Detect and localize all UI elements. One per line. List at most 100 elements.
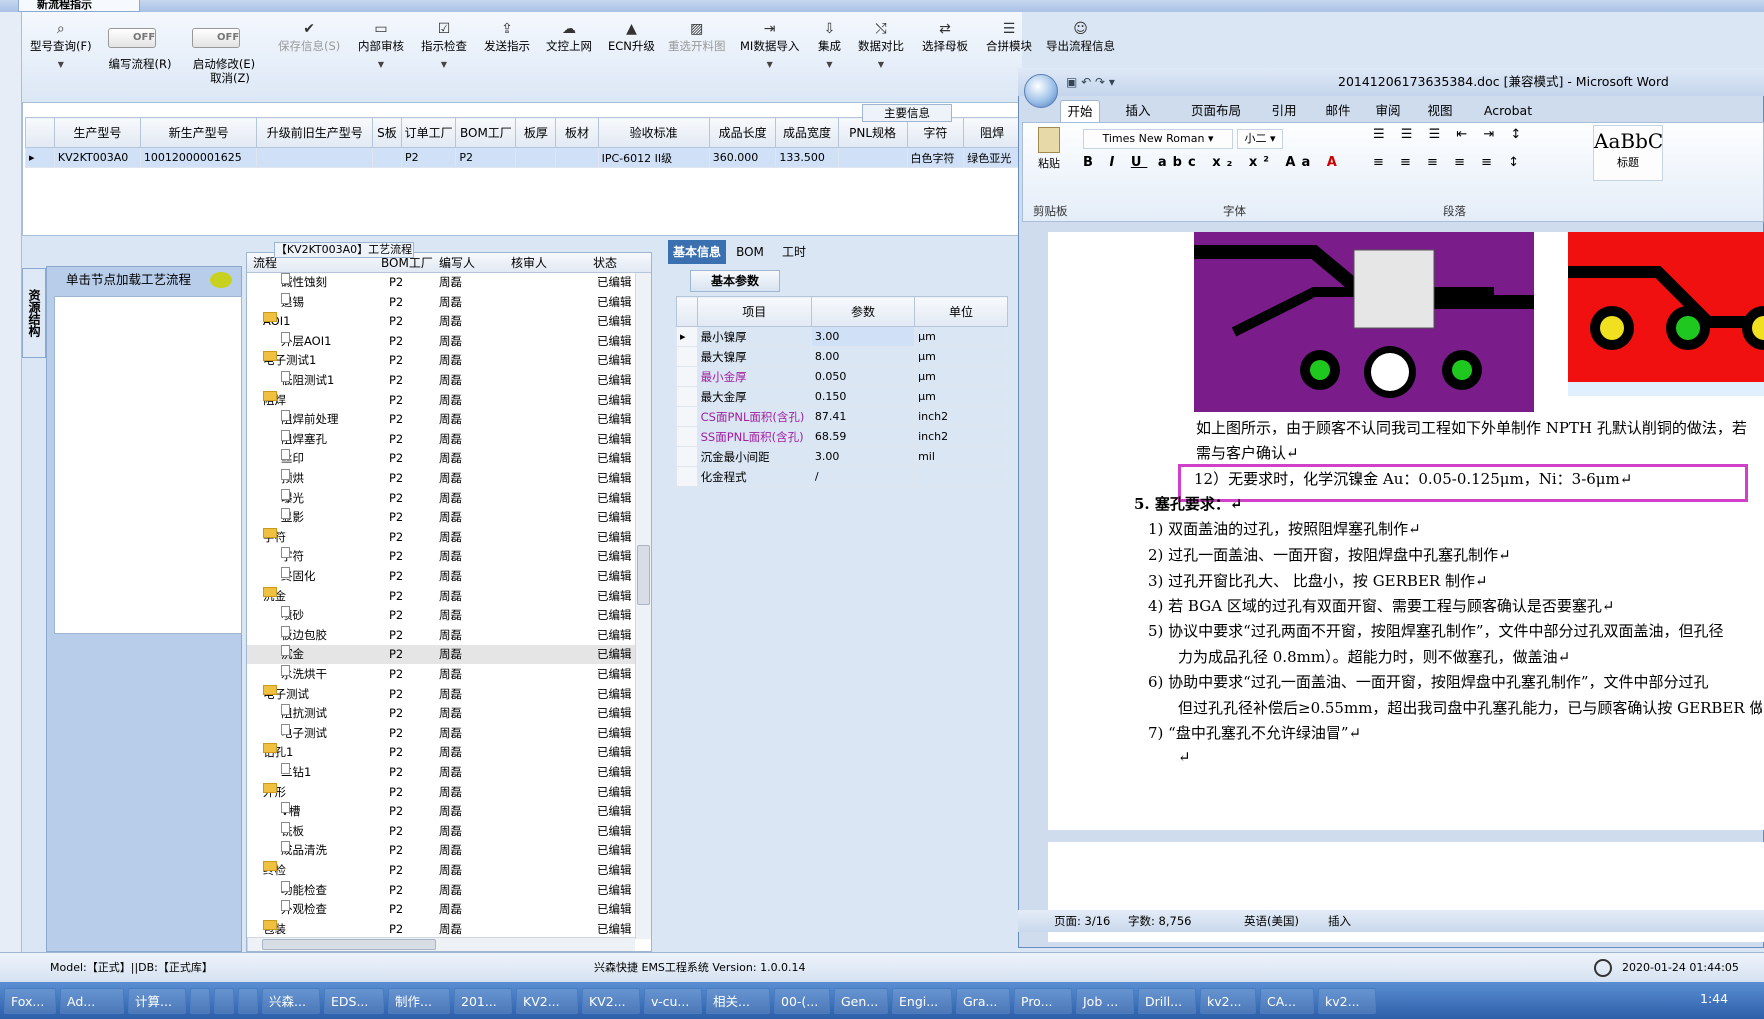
toolbar-button[interactable]: ⇥ MI数据导入 ▼: [740, 20, 799, 69]
toolbar-button[interactable]: ☺ 导出流程信息: [1046, 20, 1115, 54]
tree-row[interactable]: 喷砂 P2 周磊 已编辑: [247, 606, 635, 625]
font-size-select[interactable]: 小二 ▾: [1237, 129, 1283, 149]
tree-row[interactable]: 退锡 P2 周磊 已编辑: [247, 292, 635, 312]
param-row[interactable]: 最大金厚 0.150 μm: [676, 386, 1008, 407]
taskbar-item[interactable]: Engi...: [892, 988, 952, 1014]
taskbar-item[interactable]: CA...: [1260, 988, 1314, 1014]
process-tree-hscrollbar[interactable]: [247, 937, 635, 951]
paste-button[interactable]: 粘贴: [1029, 125, 1069, 183]
taskbar-item[interactable]: 计算...: [128, 988, 186, 1014]
info-row[interactable]: ▸ KV2KT003A0 10012000001625 P2 P2 IPC-6012 II…: [25, 147, 1021, 168]
style-heading-button[interactable]: AaBbC 标题: [1593, 125, 1663, 181]
word-tab[interactable]: 引用: [1264, 100, 1304, 122]
tree-row[interactable]: 阻抗测试 P2 周磊 已编辑: [247, 704, 635, 723]
resource-structure-tab[interactable]: 资源结构: [22, 268, 46, 358]
tree-row[interactable]: −电子测试P2周磊已编辑: [247, 684, 635, 704]
tree-row[interactable]: 阻焊塞孔 P2 周磊 已编辑: [247, 429, 635, 449]
tree-row[interactable]: 二钻1 P2 周磊 已编辑: [247, 763, 635, 782]
dropdown-arrow-icon[interactable]: ▼: [358, 60, 404, 69]
param-column-header[interactable]: 参数: [810, 296, 916, 327]
taskbar-item[interactable]: [238, 988, 258, 1014]
tree-row[interactable]: 外层AOI1 P2 周磊 已编辑: [247, 331, 635, 351]
tree-row[interactable]: 水洗烘干 P2 周磊 已编辑: [247, 665, 635, 684]
param-value[interactable]: 3.00: [810, 446, 916, 467]
document-line[interactable]: 如上图所示，由于顾客不认同我司工程如下外单制作 NPTH 孔默认削铜的做法，若: [1196, 417, 1747, 438]
tree-row[interactable]: 低阻测试1 P2 周磊 已编辑: [247, 371, 635, 390]
param-value[interactable]: 0.050: [810, 366, 916, 387]
font-format-buttons[interactable]: B I U abc x₂ x² Aa A: [1083, 155, 1343, 170]
info-column-header[interactable]: BOM工厂: [455, 117, 517, 148]
dropdown-arrow-icon[interactable]: ▼: [740, 60, 799, 69]
tree-column-header[interactable]: 核审人: [511, 253, 547, 273]
toolbar-button[interactable]: ✔ 保存信息(S): [278, 20, 340, 54]
param-column-header[interactable]: 项目: [696, 296, 812, 327]
info-column-header[interactable]: 字符: [906, 117, 965, 148]
font-name-select[interactable]: Times New Roman ▾: [1083, 129, 1233, 149]
toolbar-button[interactable]: ▨ 重选开料图: [668, 20, 726, 54]
tree-row[interactable]: 丝印 P2 周磊 已编辑: [247, 449, 635, 468]
param-row[interactable]: SS面PNL面积(含孔) 68.59 inch2: [676, 426, 1008, 447]
dropdown-arrow-icon[interactable]: ▼: [858, 60, 904, 69]
taskbar-item[interactable]: [190, 988, 210, 1014]
detail-tab[interactable]: 工时: [772, 240, 816, 264]
toolbar-button[interactable]: ▭ 内部审核 ▼: [358, 20, 404, 69]
taskbar-item[interactable]: EDS...: [324, 988, 384, 1014]
hscroll-thumb[interactable]: [262, 939, 436, 950]
cancel-label[interactable]: 取消(Z): [188, 70, 272, 86]
param-value[interactable]: 3.00: [810, 326, 916, 347]
document-tab[interactable]: 新流程指示: [18, 0, 140, 12]
chat-bubble-icon[interactable]: [210, 272, 232, 288]
scroll-thumb[interactable]: [637, 545, 650, 605]
param-row[interactable]: 化金程式 /: [676, 466, 1008, 487]
info-column-header[interactable]: 板材: [555, 117, 599, 148]
toggle-switch[interactable]: OFF: [192, 28, 240, 48]
tree-row[interactable]: −包装P2周磊已编辑: [247, 919, 635, 939]
word-tab[interactable]: 邮件: [1318, 100, 1358, 122]
taskbar-item[interactable]: Gra...: [956, 988, 1010, 1014]
word-quick-access[interactable]: ▣ ↶ ↷ ▾: [1066, 68, 1115, 96]
info-column-header[interactable]: 成品长度: [708, 117, 777, 148]
tree-row[interactable]: −钻孔1P2周磊已编辑: [247, 743, 635, 762]
tree-row[interactable]: 阻焊前处理 P2 周磊 已编辑: [247, 410, 635, 429]
document-line[interactable]: 6) 协助中要求“过孔一面盖油、一面开窗，按阻焊盘中孔塞孔制作”，文件中部分过孔: [1148, 671, 1709, 692]
taskbar-item[interactable]: KV2...: [582, 988, 640, 1014]
toolbar-button[interactable]: ⌕ 型号查询(F) ▼: [30, 20, 92, 69]
tree-column-header[interactable]: 编写人: [439, 253, 475, 273]
info-column-header[interactable]: 验收标准: [597, 117, 710, 148]
taskbar-item[interactable]: Pro...: [1014, 988, 1072, 1014]
taskbar-item[interactable]: Ad...: [60, 988, 124, 1014]
word-tab[interactable]: Acrobat: [1478, 100, 1538, 122]
param-value[interactable]: 68.59: [810, 426, 916, 447]
taskbar-item[interactable]: 00-(...: [774, 988, 830, 1014]
param-row[interactable]: 最大镍厚 8.00 μm: [676, 346, 1008, 367]
document-line[interactable]: 4) 若 BGA 区域的过孔有双面开窗、需要工程与顾客确认是否要塞孔↵: [1148, 595, 1614, 616]
detail-tab[interactable]: 基本信息: [668, 240, 726, 264]
tree-column-header[interactable]: 状态: [593, 253, 617, 273]
taskbar-item[interactable]: kv2...: [1318, 988, 1376, 1014]
tree-row[interactable]: 终固化 P2 周磊 已编辑: [247, 567, 635, 586]
tree-row[interactable]: −外形P2周磊已编辑: [247, 782, 635, 802]
tree-row[interactable]: V槽 P2 周磊 已编辑: [247, 802, 635, 821]
dropdown-arrow-icon[interactable]: ▼: [30, 60, 92, 69]
tree-row[interactable]: 显影 P2 周磊 已编辑: [247, 508, 635, 527]
toolbar-button[interactable]: ☁ 文控上网: [546, 20, 592, 54]
toolbar-button[interactable]: ⇪ 发送指示: [484, 20, 530, 54]
tree-row[interactable]: 电子测试 P2 周磊 已编辑: [247, 723, 635, 743]
left-panel-content[interactable]: [54, 296, 242, 634]
toolbar-button[interactable]: ☰ 合拼模块: [986, 20, 1032, 54]
tree-row[interactable]: 功能检查 P2 周磊 已编辑: [247, 880, 635, 900]
info-column-header[interactable]: 生产型号: [53, 117, 141, 148]
word-tab[interactable]: 视图: [1420, 100, 1460, 122]
document-line[interactable]: 7) “盘中孔塞孔不允许绿油冒”↵: [1148, 722, 1361, 743]
toolbar-button[interactable]: ⇄ 选择母板: [922, 20, 968, 54]
taskbar-item[interactable]: KV2...: [516, 988, 578, 1014]
align-buttons[interactable]: ≡ ≡ ≡ ≡ ≡ ↕: [1373, 155, 1525, 170]
word-tab[interactable]: 开始: [1060, 100, 1100, 122]
taskbar-item[interactable]: 201...: [454, 988, 512, 1014]
toggle-switch[interactable]: OFF: [108, 28, 156, 48]
document-line[interactable]: 5) 协议中要求“过孔两面不开窗，按阻焊塞孔制作”，文件中部分过孔双面盖油，但孔…: [1148, 620, 1724, 641]
param-row[interactable]: 最小金厚 0.050 μm: [676, 366, 1008, 387]
param-column-header[interactable]: 单位: [914, 296, 1008, 327]
info-column-header[interactable]: 订单工厂: [400, 117, 457, 148]
taskbar-item[interactable]: kv2...: [1200, 988, 1256, 1014]
